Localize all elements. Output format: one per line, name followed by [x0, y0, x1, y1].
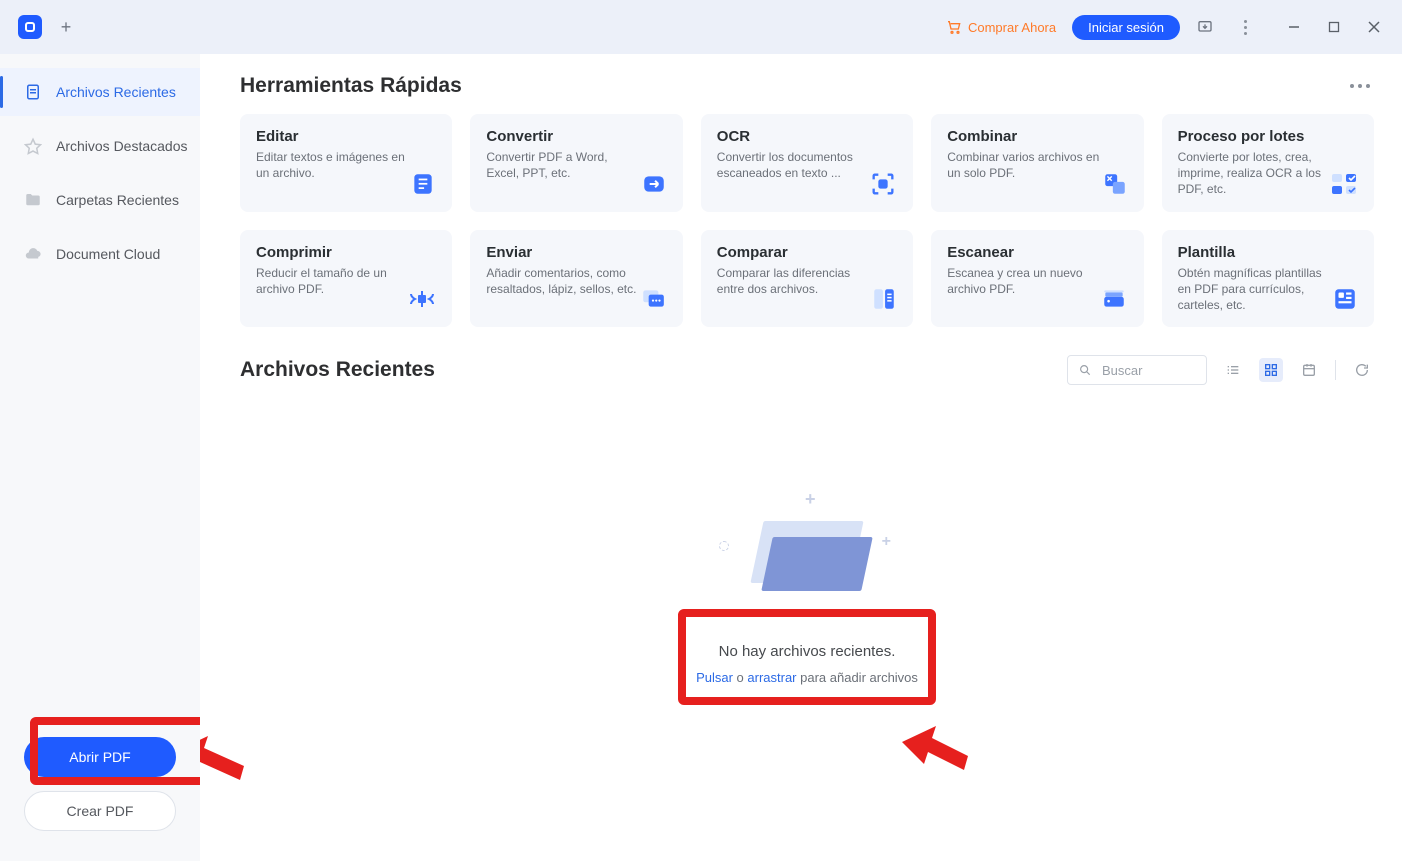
sidebar-item-recent-folders[interactable]: Carpetas Recientes — [0, 176, 200, 224]
list-view-icon — [1225, 362, 1241, 378]
batch-icon — [1330, 170, 1358, 198]
cart-icon — [946, 19, 962, 35]
window-close-button[interactable] — [1358, 11, 1390, 43]
tool-card-edit[interactable]: Editar Editar textos e imágenes en un ar… — [240, 114, 452, 212]
refresh-button[interactable] — [1350, 358, 1374, 382]
window-maximize-button[interactable] — [1318, 11, 1350, 43]
empty-state-title: No hay archivos recientes. — [696, 643, 918, 660]
grid-view-icon — [1263, 362, 1279, 378]
sidebar-item-document-cloud[interactable]: Document Cloud — [0, 230, 200, 278]
quick-tools-heading: Herramientas Rápidas — [240, 74, 462, 98]
sidebar-item-label: Archivos Recientes — [56, 84, 176, 100]
sidebar-item-label: Archivos Destacados — [56, 138, 188, 154]
create-pdf-button[interactable]: Crear PDF — [24, 791, 176, 831]
tool-card-combine[interactable]: Combinar Combinar varios archivos en un … — [931, 114, 1143, 212]
sidebar-item-starred-files[interactable]: Archivos Destacados — [0, 122, 200, 170]
tool-card-template[interactable]: Plantilla Obtén magníficas plantillas en… — [1162, 230, 1374, 328]
new-tab-button[interactable]: + — [52, 13, 80, 41]
ocr-icon: T — [869, 170, 897, 198]
search-input[interactable] — [1100, 362, 1180, 379]
sidebar-item-label: Carpetas Recientes — [56, 192, 179, 208]
refresh-icon — [1354, 362, 1370, 378]
title-bar: + Comprar Ahora Iniciar sesión — [0, 0, 1402, 54]
compress-icon — [408, 285, 436, 313]
sidebar-item-label: Document Cloud — [56, 246, 160, 262]
calendar-icon — [1301, 362, 1317, 378]
tool-card-compare[interactable]: Comparar Comparar las diferencias entre … — [701, 230, 913, 328]
cloud-icon — [24, 245, 42, 263]
main-content: Herramientas Rápidas Editar Editar texto… — [200, 54, 1402, 861]
edit-icon — [410, 170, 436, 198]
empty-box-illustration: + + — [717, 485, 897, 605]
compare-icon — [871, 285, 897, 313]
sidebar-item-recent-files[interactable]: Archivos Recientes — [0, 68, 200, 116]
search-icon — [1078, 363, 1092, 377]
scanner-icon — [1100, 285, 1128, 313]
empty-drag-link[interactable]: arrastrar — [747, 670, 796, 685]
view-list-button[interactable] — [1221, 358, 1245, 382]
annotation-arrow — [200, 732, 250, 792]
open-pdf-button[interactable]: Abrir PDF — [24, 737, 176, 777]
sort-date-button[interactable] — [1297, 358, 1321, 382]
buy-now-label: Comprar Ahora — [968, 20, 1056, 35]
empty-click-link[interactable]: Pulsar — [696, 670, 733, 685]
sidebar: Archivos Recientes Archivos Destacados C… — [0, 54, 200, 861]
quick-tools-more-button[interactable] — [1346, 80, 1374, 92]
tool-card-convert[interactable]: Convertir Convertir PDF a Word, Excel, P… — [470, 114, 682, 212]
combine-icon — [1102, 170, 1128, 198]
comment-icon — [639, 285, 667, 313]
convert-icon — [641, 170, 667, 198]
tool-card-scan[interactable]: Escanear Escanea y crea un nuevo archivo… — [931, 230, 1143, 328]
tool-card-compress[interactable]: Comprimir Reducir el tamaño de un archiv… — [240, 230, 452, 328]
tool-card-share[interactable]: Enviar Añadir comentarios, como resaltad… — [470, 230, 682, 328]
empty-state: + + No hay archivos recientes. Pulsar o … — [240, 485, 1374, 703]
buy-now-button[interactable]: Comprar Ahora — [940, 15, 1062, 39]
document-icon — [24, 83, 42, 101]
annotation-arrow — [902, 726, 972, 782]
tool-card-batch[interactable]: Proceso por lotes Convierte por lotes, c… — [1162, 114, 1374, 212]
empty-state-subtitle: Pulsar o arrastrar para añadir archivos — [696, 670, 918, 685]
view-grid-button[interactable] — [1259, 358, 1283, 382]
tool-card-ocr[interactable]: OCR Convertir los documentos escaneados … — [701, 114, 913, 212]
recent-files-heading: Archivos Recientes — [240, 358, 435, 382]
feedback-button[interactable] — [1190, 12, 1220, 42]
window-minimize-button[interactable] — [1278, 11, 1310, 43]
app-logo — [18, 15, 42, 39]
star-icon — [24, 137, 42, 155]
template-icon — [1332, 285, 1358, 313]
separator — [1335, 360, 1336, 380]
folder-icon — [24, 191, 42, 209]
login-button[interactable]: Iniciar sesión — [1072, 15, 1180, 40]
svg-text:T: T — [881, 182, 885, 188]
kebab-icon — [1244, 20, 1247, 35]
more-menu-button[interactable] — [1230, 12, 1260, 42]
search-box[interactable] — [1067, 355, 1207, 385]
